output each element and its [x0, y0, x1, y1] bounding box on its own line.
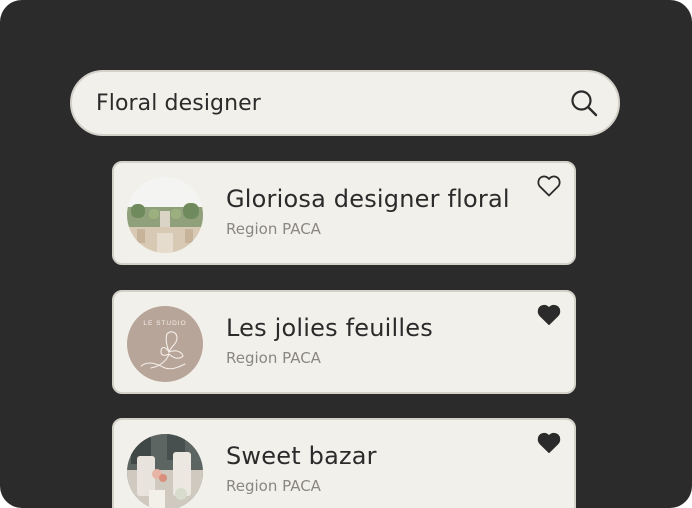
app-frame: Gloriosa designer floral Region PACA LE … — [0, 0, 692, 508]
result-region: Region PACA — [226, 349, 321, 367]
result-name[interactable]: Sweet bazar — [226, 442, 377, 470]
result-card[interactable]: LE STUDIO Les jolies feuilles Region PAC… — [112, 290, 576, 394]
result-name[interactable]: Gloriosa designer floral — [226, 185, 510, 213]
logo-text: LE STUDIO — [143, 320, 186, 327]
result-region: Region PACA — [226, 220, 321, 238]
result-card[interactable]: Gloriosa designer floral Region PACA — [112, 161, 576, 265]
heart-outline-icon[interactable] — [537, 175, 561, 197]
heart-filled-icon[interactable] — [537, 304, 561, 326]
search-bar — [70, 70, 620, 136]
result-region: Region PACA — [226, 477, 321, 495]
avatar — [127, 434, 203, 508]
avatar: LE STUDIO — [127, 306, 203, 382]
avatar — [127, 177, 203, 253]
search-input[interactable] — [96, 90, 568, 116]
result-card[interactable]: Sweet bazar Region PACA — [112, 418, 576, 508]
heart-filled-icon[interactable] — [537, 432, 561, 454]
result-name[interactable]: Les jolies feuilles — [226, 314, 433, 342]
search-icon[interactable] — [568, 87, 600, 119]
